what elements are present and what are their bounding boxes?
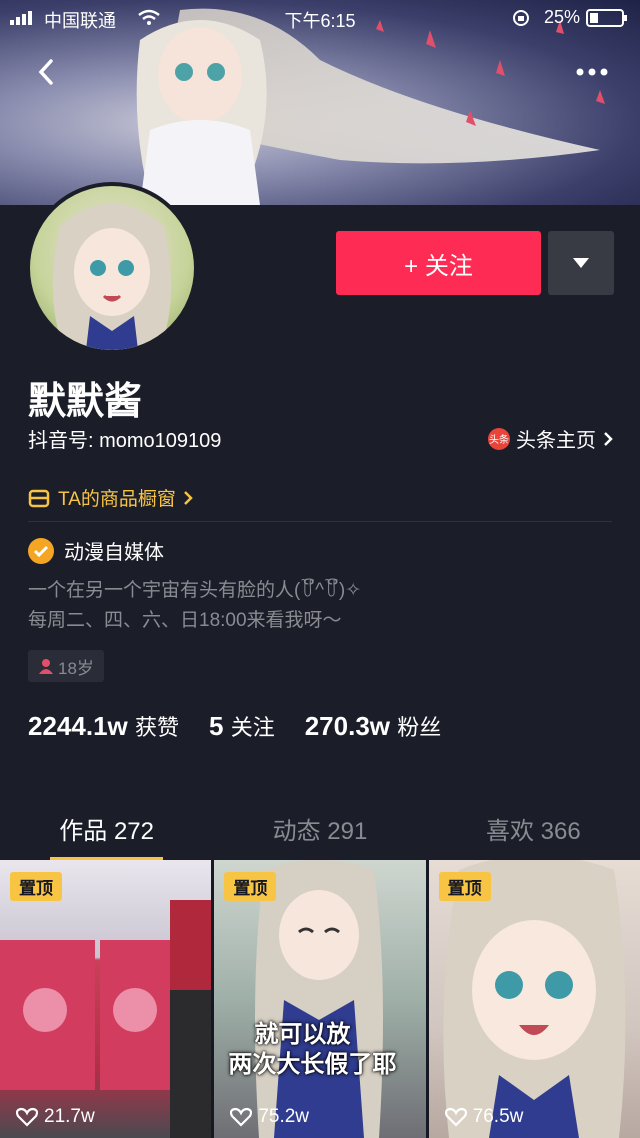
username: 默默酱 <box>28 381 143 423</box>
following-count: 5 <box>209 711 224 741</box>
bio: 一个在另一个宇宙有头有脸的人(꒦ິ^꒦ິ)✧ 每周二、四、六、日18:00来看我… <box>28 576 361 636</box>
thumbnail-image <box>443 860 626 1138</box>
pinned-badge: 置顶 <box>224 872 277 901</box>
likes-count: 21.7w <box>44 1106 95 1127</box>
thumbnail-image <box>0 900 211 1138</box>
content-tabs: 作品 272 动态 291 喜欢 366 <box>0 805 640 860</box>
heart-icon <box>444 1107 467 1127</box>
video-likes: 76.5w <box>444 1106 524 1128</box>
video-likes: 21.7w <box>16 1106 95 1128</box>
heart-icon <box>230 1107 253 1127</box>
pinned-badge: 置顶 <box>438 872 491 901</box>
shop-icon <box>28 489 50 507</box>
divider <box>28 521 612 522</box>
video-thumbnail[interactable]: 置顶 76.5w <box>428 860 640 1138</box>
followers-count: 270.3w <box>304 711 391 741</box>
tab-posts[interactable]: 动态 291 <box>213 805 426 860</box>
video-caption: 就可以放 两次大长假了耶 <box>228 1020 396 1080</box>
stats-row: 2244.1w 获赞 5 关注 270.3w 粉丝 <box>28 710 471 742</box>
rotation-lock-icon <box>513 10 529 26</box>
followers-stat[interactable]: 270.3w 粉丝 <box>305 710 442 742</box>
age-tag: 18岁 <box>28 650 104 682</box>
tab-works[interactable]: 作品 272 <box>0 805 213 860</box>
chevron-right-icon <box>183 490 193 505</box>
back-icon <box>38 59 53 85</box>
douyin-id: 抖音号: momo109109 <box>28 430 222 452</box>
avatar-image <box>52 203 172 350</box>
status-bar: 中国联通 下午6:15 25% <box>0 0 640 36</box>
gender-icon <box>39 659 53 674</box>
verified-icon <box>28 537 54 564</box>
bio-line: 一个在另一个宇宙有头有脸的人(꒦ິ^꒦ິ)✧ <box>28 580 362 601</box>
video-grid: 置顶 21.7w 置顶 就可以放 两次大长假了耶 75.2w 置顶 76.5w <box>0 860 640 1138</box>
chevron-down-icon <box>573 258 589 268</box>
tab-likes[interactable]: 喜欢 366 <box>427 805 640 860</box>
likes-stat[interactable]: 2244.1w 获赞 <box>28 710 179 742</box>
verified-label: 动漫自媒体 <box>64 542 164 564</box>
caption-line: 两次大长假了耶 <box>228 1051 397 1078</box>
avatar[interactable] <box>26 182 198 354</box>
following-label: 关注 <box>230 715 275 740</box>
bio-line: 每周二、四、六、日18:00来看我呀～ <box>28 610 342 631</box>
age-label: 18岁 <box>58 658 94 678</box>
pinned-badge: 置顶 <box>10 872 62 901</box>
video-thumbnail[interactable]: 置顶 21.7w <box>0 860 212 1138</box>
followers-label: 粉丝 <box>397 715 442 740</box>
battery-icon <box>586 9 627 27</box>
likes-count: 2244.1w <box>28 711 128 741</box>
battery-percent: 25% <box>543 7 580 27</box>
video-likes: 75.2w <box>230 1106 309 1128</box>
heart-icon <box>16 1107 38 1127</box>
likes-label: 获赞 <box>134 715 179 740</box>
more-icon <box>576 68 608 76</box>
back-button[interactable] <box>26 52 66 92</box>
video-thumbnail[interactable]: 置顶 就可以放 两次大长假了耶 75.2w <box>214 860 426 1138</box>
chevron-right-icon <box>604 431 613 446</box>
thumbnail-image <box>255 860 384 1138</box>
caption-line: 就可以放 <box>254 1021 351 1048</box>
toutiao-homepage-link[interactable]: 头条 头条主页 <box>488 424 614 453</box>
product-showcase-link[interactable]: TA的商品橱窗 <box>28 484 194 511</box>
recommend-dropdown-button[interactable] <box>548 231 614 295</box>
more-options-button[interactable] <box>572 52 612 92</box>
follow-button[interactable]: + 关注 <box>336 231 541 295</box>
toutiao-label: 头条主页 <box>516 430 596 452</box>
likes-count: 75.2w <box>258 1106 310 1127</box>
shop-label: TA的商品橱窗 <box>58 489 176 510</box>
toutiao-logo-icon: 头条 <box>488 427 510 450</box>
likes-count: 76.5w <box>472 1106 524 1127</box>
verification-row: 动漫自媒体 <box>28 536 164 565</box>
following-stat[interactable]: 5 关注 <box>209 710 275 742</box>
